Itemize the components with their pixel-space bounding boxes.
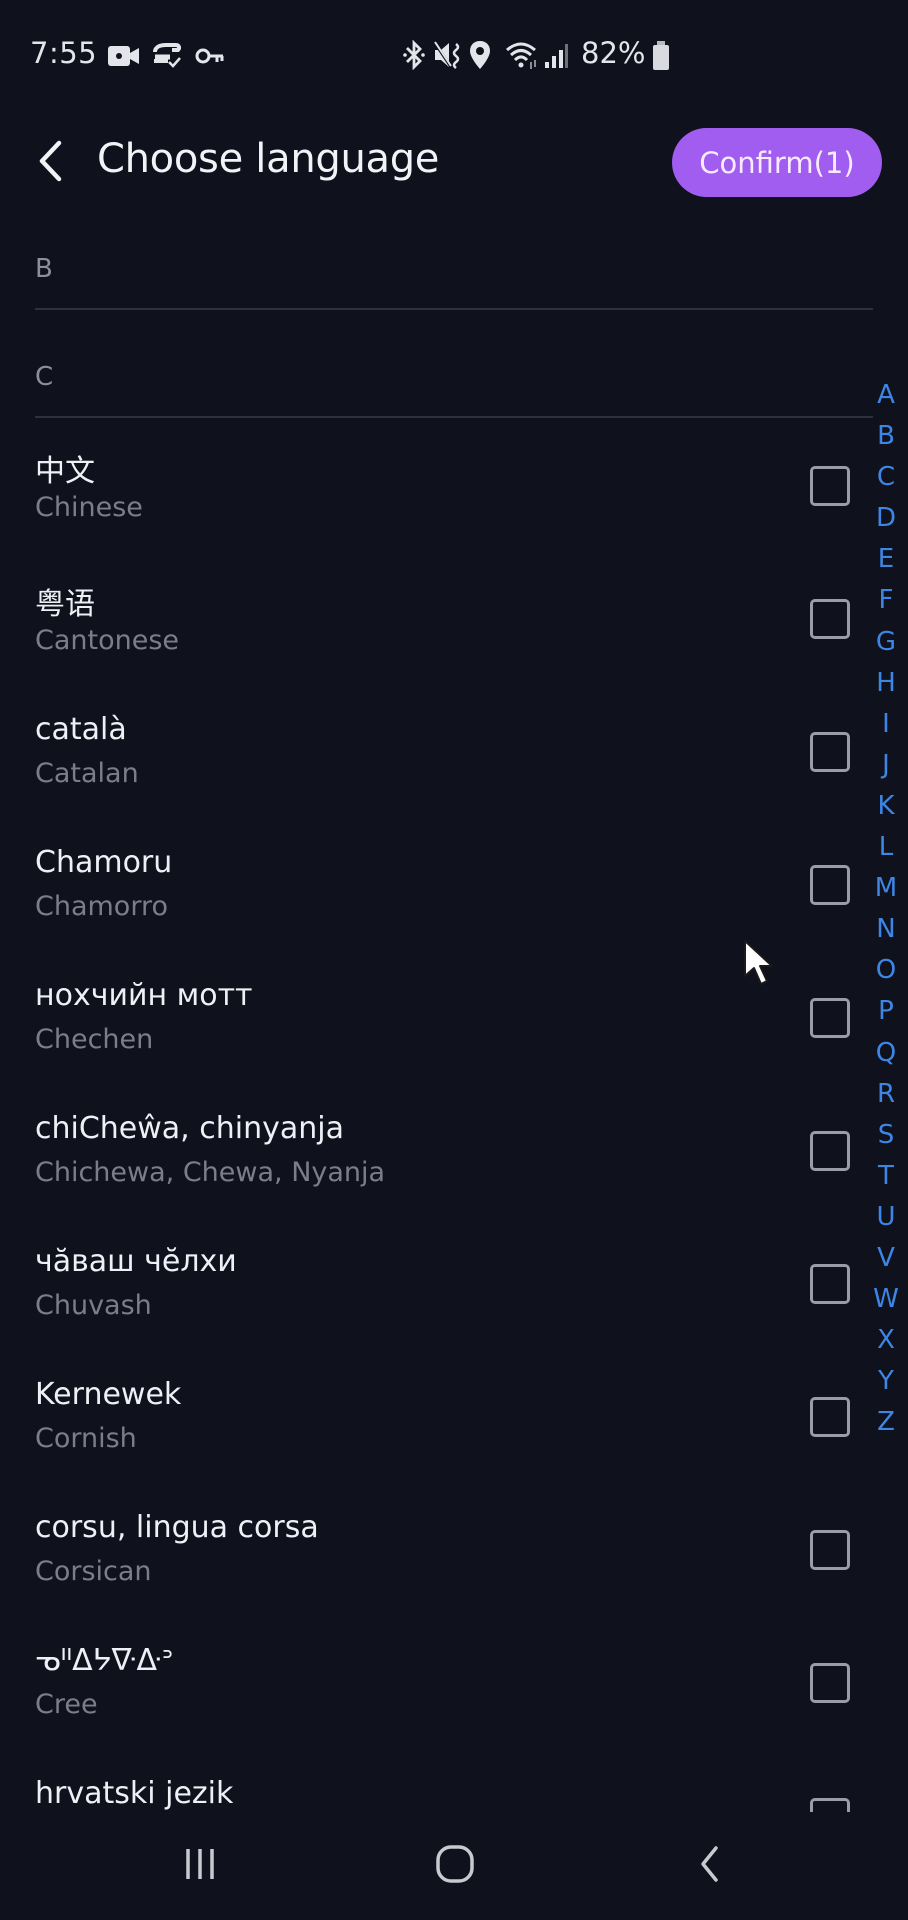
index-letter-h[interactable]: H <box>870 663 902 704</box>
index-letter-l[interactable]: L <box>870 827 902 868</box>
alphabet-index[interactable]: A B C D E F G H I J K L M N O P Q R S T … <box>870 375 902 1443</box>
chevron-left-icon <box>37 140 63 186</box>
index-letter-u[interactable]: U <box>870 1197 902 1238</box>
language-english-name: Chinese <box>35 492 143 523</box>
section-divider <box>35 308 873 310</box>
index-letter-p[interactable]: P <box>870 991 902 1032</box>
language-row-corsican[interactable]: corsu, lingua corsa Corsican <box>0 1510 870 1643</box>
index-letter-s[interactable]: S <box>870 1115 902 1156</box>
key-icon <box>195 46 225 70</box>
language-row-chichewa[interactable]: chiCheŵa, chinyanja Chichewa, Chewa, Nya… <box>0 1111 870 1244</box>
language-native-name: нохчийн мотт <box>35 978 253 1013</box>
language-native-name: Kernewek <box>35 1377 182 1412</box>
language-native-name: 中文 <box>35 454 95 489</box>
language-english-name: Chamorro <box>35 891 168 922</box>
location-icon <box>469 40 491 74</box>
index-letter-e[interactable]: E <box>870 539 902 580</box>
language-checkbox[interactable] <box>810 599 850 639</box>
index-letter-k[interactable]: K <box>870 786 902 827</box>
language-checkbox[interactable] <box>810 732 850 772</box>
language-native-name: chiCheŵa, chinyanja <box>35 1111 344 1146</box>
index-letter-r[interactable]: R <box>870 1074 902 1115</box>
index-letter-j[interactable]: J <box>870 745 902 786</box>
language-english-name: Cantonese <box>35 625 180 656</box>
language-checkbox[interactable] <box>810 1397 850 1437</box>
language-row-chamorro[interactable]: Chamoru Chamorro <box>0 845 870 978</box>
index-letter-i[interactable]: I <box>870 704 902 745</box>
index-letter-m[interactable]: M <box>870 868 902 909</box>
language-row-chinese[interactable]: 中文 Chinese <box>0 446 870 579</box>
index-letter-t[interactable]: T <box>870 1156 902 1197</box>
language-english-name: Cree <box>35 1689 98 1720</box>
language-english-name: Chichewa, Chewa, Nyanja <box>35 1157 386 1188</box>
language-checkbox[interactable] <box>810 865 850 905</box>
language-row-cornish[interactable]: Kernewek Cornish <box>0 1377 870 1510</box>
recents-button[interactable] <box>160 1834 240 1898</box>
bluetooth-icon <box>403 39 425 74</box>
index-letter-d[interactable]: D <box>870 498 902 539</box>
mouse-cursor-icon <box>742 938 778 992</box>
sync-check-icon <box>152 43 182 73</box>
language-native-name: hrvatski jezik <box>35 1776 234 1811</box>
language-native-name: Chamoru <box>35 845 173 880</box>
index-letter-n[interactable]: N <box>870 909 902 950</box>
section-header-c: C <box>35 362 54 392</box>
language-english-name: Chechen <box>35 1024 154 1055</box>
language-checkbox[interactable] <box>810 466 850 506</box>
back-button[interactable] <box>28 138 72 188</box>
language-checkbox[interactable] <box>810 998 850 1038</box>
index-letter-w[interactable]: W <box>870 1279 902 1320</box>
section-header-b: B <box>35 254 53 284</box>
wifi-icon <box>505 40 541 74</box>
battery-percent: 82% <box>581 36 646 70</box>
mute-vibrate-icon <box>433 40 465 74</box>
language-checkbox[interactable] <box>810 1663 850 1703</box>
index-letter-x[interactable]: X <box>870 1320 902 1361</box>
language-english-name: Catalan <box>35 758 139 789</box>
language-native-name: ᓀᐦᐃᔭᐍᐏᐣ <box>35 1643 174 1678</box>
index-letter-v[interactable]: V <box>870 1238 902 1279</box>
index-letter-a[interactable]: A <box>870 375 902 416</box>
language-row-chuvash[interactable]: чӑваш чӗлхи Chuvash <box>0 1244 870 1377</box>
index-letter-b[interactable]: B <box>870 416 902 457</box>
index-letter-y[interactable]: Y <box>870 1361 902 1402</box>
recents-icon <box>182 1846 218 1886</box>
language-row-catalan[interactable]: català Catalan <box>0 712 870 845</box>
language-native-name: corsu, lingua corsa <box>35 1510 319 1545</box>
index-letter-f[interactable]: F <box>870 580 902 621</box>
language-checkbox[interactable] <box>810 1131 850 1171</box>
index-letter-z[interactable]: Z <box>870 1402 902 1443</box>
index-letter-g[interactable]: G <box>870 622 902 663</box>
language-english-name: Cornish <box>35 1423 137 1454</box>
video-camera-icon <box>108 44 141 72</box>
language-checkbox[interactable] <box>810 1264 850 1304</box>
language-english-name: Corsican <box>35 1556 152 1587</box>
language-native-name: català <box>35 712 127 747</box>
system-back-button[interactable] <box>670 1834 750 1898</box>
language-checkbox[interactable] <box>810 1530 850 1570</box>
home-button[interactable] <box>415 1834 495 1898</box>
home-icon <box>435 1844 475 1888</box>
index-letter-c[interactable]: C <box>870 457 902 498</box>
status-time: 7:55 <box>30 36 98 70</box>
page-title: Choose language <box>97 136 440 182</box>
system-nav-bar <box>0 1812 908 1920</box>
confirm-button[interactable]: Confirm(1) <box>672 128 882 197</box>
language-english-name: Chuvash <box>35 1290 152 1321</box>
language-row-cree[interactable]: ᓀᐦᐃᔭᐍᐏᐣ Cree <box>0 1643 870 1776</box>
section-divider <box>35 416 873 418</box>
language-native-name: 粤语 <box>35 587 95 622</box>
language-row-cantonese[interactable]: 粤语 Cantonese <box>0 579 870 712</box>
index-letter-q[interactable]: Q <box>870 1033 902 1074</box>
language-native-name: чӑваш чӗлхи <box>35 1244 237 1279</box>
battery-icon <box>651 41 671 75</box>
language-row-chechen[interactable]: нохчийн мотт Chechen <box>0 978 870 1111</box>
index-letter-o[interactable]: O <box>870 950 902 991</box>
signal-icon <box>544 42 570 74</box>
back-icon <box>696 1844 724 1888</box>
